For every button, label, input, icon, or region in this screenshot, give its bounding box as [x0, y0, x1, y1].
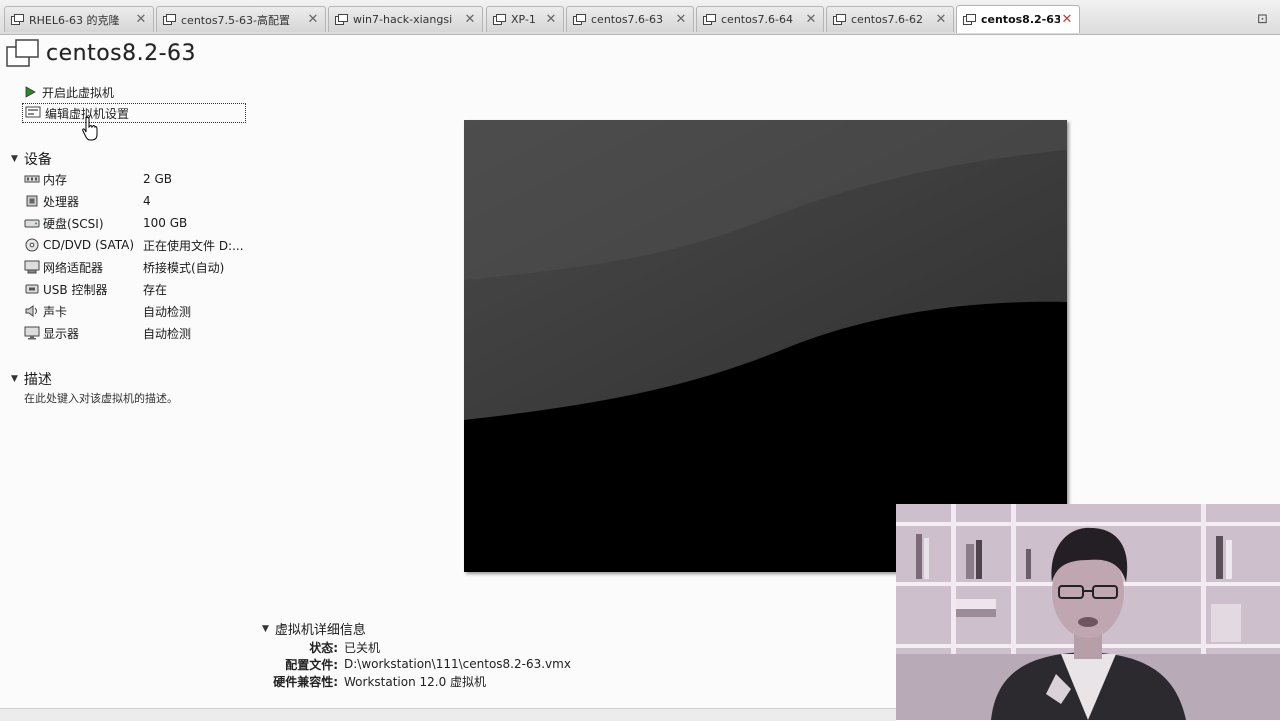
webcam-overlay: [896, 504, 1280, 720]
close-icon[interactable]: ✕: [463, 12, 477, 27]
device-row-display[interactable]: 显示器 自动检测: [24, 322, 264, 344]
device-row-hard-disk[interactable]: 硬盘(SCSI) 100 GB: [24, 212, 264, 234]
description-input[interactable]: 在此处键入对该虚拟机的描述。: [24, 390, 178, 406]
device-name: 显示器: [43, 326, 80, 341]
tab-label: centos7.6-62: [851, 13, 924, 26]
device-name: CD/DVD (SATA): [43, 238, 135, 252]
collapse-triangle-icon: ▼: [262, 623, 269, 634]
device-name: 处理器: [43, 194, 80, 209]
horizontal-scrollbar[interactable]: [0, 708, 896, 721]
network-icon: [24, 260, 40, 274]
tab-bar: RHEL6-63 的克隆 ✕ centos7.5-63-高配置 ✕ win7-h…: [0, 0, 1280, 35]
detail-key: 配置文件:: [285, 657, 338, 672]
device-value: 4: [143, 194, 151, 208]
page-title: centos8.2-63: [46, 40, 197, 66]
vm-icon: [963, 14, 976, 25]
device-row-cd-dvd[interactable]: CD/DVD (SATA) 正在使用文件 D:...: [24, 234, 264, 256]
vm-large-icon: [6, 39, 39, 67]
memory-icon: [24, 175, 40, 183]
device-value: 自动检测: [143, 304, 192, 319]
tab-label: RHEL6-63 的克隆: [29, 13, 120, 27]
device-name: 内存: [43, 172, 68, 187]
tab-label: XP-1: [511, 13, 536, 26]
tab-label: centos8.2-63: [981, 13, 1060, 26]
device-row-memory[interactable]: 内存 2 GB: [24, 168, 264, 190]
tab-rhel6-63-clone[interactable]: RHEL6-63 的克隆 ✕: [4, 6, 154, 32]
tab-centos7-6-63[interactable]: centos7.6-63 ✕: [566, 6, 694, 32]
device-row-network[interactable]: 网络适配器 桥接模式(自动): [24, 256, 264, 278]
device-value: 正在使用文件 D:...: [143, 238, 244, 253]
close-icon[interactable]: ✕: [544, 12, 558, 27]
close-icon[interactable]: ✕: [934, 12, 948, 27]
tab-win7-hack-xiangsi[interactable]: win7-hack-xiangsi ✕: [328, 6, 483, 32]
close-icon[interactable]: ✕: [306, 12, 320, 27]
detail-value: D:\workstation\111\centos8.2-63.vmx: [344, 657, 571, 671]
tab-label: centos7.6-64: [721, 13, 794, 26]
mouse-cursor-icon: [82, 117, 98, 141]
vm-icon: [703, 14, 716, 25]
detail-value: 已关机: [344, 640, 381, 655]
vm-icon: [833, 14, 846, 25]
power-on-label: 开启此虚拟机: [42, 85, 115, 100]
usb-icon: [25, 284, 39, 294]
vm-icon: [573, 14, 586, 25]
details-section-header[interactable]: ▼ 虚拟机详细信息: [262, 619, 366, 638]
collapse-triangle-icon: ▼: [11, 154, 18, 164]
close-icon[interactable]: ✕: [1060, 12, 1074, 27]
close-icon[interactable]: ✕: [674, 12, 688, 27]
tab-centos8-2-63[interactable]: centos8.2-63 ✕: [956, 5, 1080, 33]
device-value: 100 GB: [143, 216, 188, 230]
sound-icon: [25, 305, 37, 317]
device-name: 硬盘(SCSI): [43, 216, 104, 231]
device-value: 2 GB: [143, 172, 172, 186]
tab-xp-1[interactable]: XP-1 ✕: [486, 6, 564, 32]
device-row-processor[interactable]: 处理器 4: [24, 190, 264, 212]
device-row-sound[interactable]: 声卡 自动检测: [24, 300, 264, 322]
details-header-label: 虚拟机详细信息: [274, 623, 366, 638]
device-value: 存在: [143, 282, 168, 297]
close-icon[interactable]: ✕: [804, 12, 818, 27]
tab-label: centos7.6-63: [591, 13, 664, 26]
device-name: 声卡: [43, 304, 68, 319]
vm-header: centos8.2-63: [6, 38, 196, 68]
tab-centos7-6-64[interactable]: centos7.6-64 ✕: [696, 6, 824, 32]
play-icon: [22, 85, 38, 99]
vm-icon: [493, 14, 506, 25]
devices-section-header[interactable]: ▼ 设备: [11, 149, 52, 169]
devices-header-label: 设备: [23, 152, 52, 168]
edit-settings-action[interactable]: 编辑虚拟机设置: [22, 103, 246, 123]
display-icon: [24, 326, 40, 340]
tab-list-icon[interactable]: ⊡: [1257, 12, 1268, 27]
detail-value: Workstation 12.0 虚拟机: [344, 674, 487, 689]
cpu-icon: [26, 195, 38, 207]
device-value: 自动检测: [143, 326, 192, 341]
power-on-action[interactable]: 开启此虚拟机: [22, 82, 114, 102]
tab-label: centos7.5-63-高配置: [181, 13, 290, 27]
presenter-video-image: [896, 504, 1280, 720]
description-header-label: 描述: [23, 372, 52, 388]
description-section-header[interactable]: ▼ 描述: [11, 369, 52, 389]
detail-key: 状态:: [309, 640, 338, 655]
vm-icon: [335, 14, 348, 25]
device-name: 网络适配器: [43, 260, 104, 275]
cd-dvd-icon: [25, 238, 39, 252]
collapse-triangle-icon: ▼: [11, 374, 18, 384]
close-icon[interactable]: ✕: [134, 12, 148, 27]
detail-row-compatibility: 硬件兼容性: Workstation 12.0 虚拟机: [260, 671, 486, 691]
detail-key: 硬件兼容性:: [273, 674, 338, 689]
tab-centos7-5-63[interactable]: centos7.5-63-高配置 ✕: [156, 6, 326, 32]
disk-icon: [24, 219, 40, 228]
tab-centos7-6-62[interactable]: centos7.6-62 ✕: [826, 6, 954, 32]
vm-icon: [163, 14, 176, 25]
device-row-usb[interactable]: USB 控制器 存在: [24, 278, 264, 300]
device-name: USB 控制器: [43, 282, 108, 297]
tab-label: win7-hack-xiangsi: [353, 13, 453, 26]
settings-icon: [25, 106, 41, 120]
device-value: 桥接模式(自动): [143, 260, 225, 275]
vm-icon: [11, 14, 24, 25]
